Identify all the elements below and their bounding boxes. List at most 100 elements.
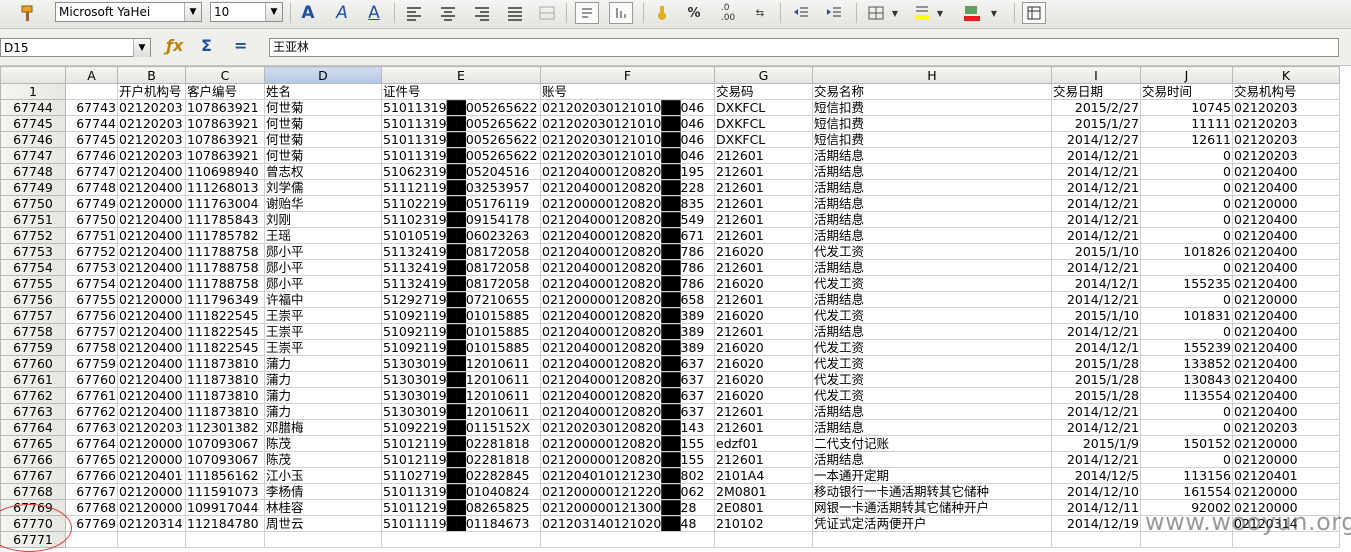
cell[interactable]: 活期结息 (812, 259, 1052, 276)
cell[interactable]: 陈茂 (264, 451, 382, 468)
cell[interactable]: 2014/12/21 (1051, 451, 1141, 468)
cell[interactable]: 67751 (65, 227, 118, 244)
cell[interactable]: 02120400 (1232, 275, 1340, 292)
cell[interactable]: 021200000120820██155 (540, 435, 715, 452)
row-header[interactable]: 67759 (0, 339, 66, 356)
cell[interactable]: 51011319██005265622 (381, 115, 541, 132)
cell[interactable]: 212601 (714, 419, 813, 436)
cell[interactable]: 51011319██01040824 (381, 483, 541, 500)
cell[interactable]: 51303019██12010611 (381, 355, 541, 372)
cell[interactable]: 51292719██07210655 (381, 291, 541, 308)
cell[interactable]: 67763 (65, 419, 118, 436)
cell[interactable]: 212601 (714, 403, 813, 420)
row-header[interactable]: 67750 (0, 195, 66, 212)
cell[interactable]: 活期结息 (812, 227, 1052, 244)
cell[interactable]: 02120400 (1232, 259, 1340, 276)
chevron-down-icon[interactable]: ▼ (889, 2, 901, 24)
cell[interactable]: 51011119██01184673 (381, 515, 541, 532)
cell[interactable]: 郧小平 (264, 259, 382, 276)
cell[interactable] (264, 531, 382, 548)
cell[interactable]: 67758 (65, 339, 118, 356)
cell[interactable]: 021204000120820██549 (540, 211, 715, 228)
cell[interactable]: 02120401 (1232, 467, 1340, 484)
cell[interactable]: 021202030121010██046 (540, 131, 715, 148)
cell[interactable]: 王瑶 (264, 227, 382, 244)
cell[interactable]: 212601 (714, 259, 813, 276)
cell[interactable]: 216020 (714, 355, 813, 372)
cell[interactable]: 02120400 (117, 371, 186, 388)
row-header[interactable]: 67757 (0, 307, 66, 324)
cell[interactable]: 101826 (1140, 243, 1233, 260)
cell[interactable]: 67755 (65, 291, 118, 308)
cell[interactable]: 02120203 (117, 131, 186, 148)
cell[interactable]: 51062319██05204516 (381, 163, 541, 180)
cell[interactable]: 67764 (65, 435, 118, 452)
cell[interactable]: 51011219██08265825 (381, 499, 541, 516)
chevron-down-icon[interactable]: ▼ (265, 3, 282, 21)
cell[interactable]: 51012119██02281818 (381, 435, 541, 452)
cell[interactable]: 107863921 (185, 99, 265, 116)
cell[interactable]: 02120400 (117, 403, 186, 420)
cell[interactable]: 021200000121300██28 (540, 499, 715, 516)
cell[interactable]: 代发工资 (812, 371, 1052, 388)
cell[interactable]: 107863921 (185, 147, 265, 164)
cell[interactable]: 林桂容 (264, 499, 382, 516)
cell[interactable]: 12611 (1140, 131, 1233, 148)
cell[interactable]: 2014/12/19 (1051, 515, 1141, 532)
name-box[interactable]: D15 ▼ (0, 38, 151, 57)
cell[interactable]: 邓腊梅 (264, 419, 382, 436)
cell[interactable]: 02120400 (117, 227, 186, 244)
cell[interactable]: 2E0801 (714, 499, 813, 516)
cell[interactable]: 51011319██005265622 (381, 131, 541, 148)
cell[interactable]: 67759 (65, 355, 118, 372)
cell[interactable]: 51092119██01015885 (381, 323, 541, 340)
cell[interactable]: 67743 (65, 99, 118, 116)
cell[interactable]: 2014/12/21 (1051, 419, 1141, 436)
cell[interactable]: 51303019██12010611 (381, 371, 541, 388)
column-header-c[interactable]: C (185, 66, 265, 84)
cell[interactable]: 王崇平 (264, 307, 382, 324)
cell[interactable]: 51010519██06023263 (381, 227, 541, 244)
cell[interactable]: 何世菊 (264, 99, 382, 116)
cell[interactable]: 155235 (1140, 275, 1233, 292)
cell[interactable]: 02120400 (1232, 339, 1340, 356)
cell[interactable]: 02120400 (1232, 387, 1340, 404)
cell[interactable]: 刘刚 (264, 211, 382, 228)
cell[interactable]: 02120400 (117, 243, 186, 260)
cell[interactable]: 02120400 (1232, 371, 1340, 388)
cell[interactable]: 代发工资 (812, 275, 1052, 292)
sum-icon[interactable]: Σ (201, 36, 212, 55)
cell[interactable]: 02120400 (1232, 403, 1340, 420)
row-header[interactable]: 67745 (0, 115, 66, 132)
cell[interactable]: 212601 (714, 291, 813, 308)
cell[interactable]: 51303019██12010611 (381, 403, 541, 420)
cell[interactable]: 02120000 (117, 499, 186, 516)
cell[interactable]: 150152 (1140, 435, 1233, 452)
cell[interactable]: 代发工资 (812, 387, 1052, 404)
cell[interactable] (65, 531, 118, 548)
cell[interactable]: 网银一卡通活期转其它储种开户 (812, 499, 1052, 516)
cell[interactable]: 02120400 (1232, 243, 1340, 260)
cell[interactable]: 107863921 (185, 115, 265, 132)
cell[interactable]: 陈茂 (264, 435, 382, 452)
cell[interactable]: 67766 (65, 467, 118, 484)
column-title-cell[interactable] (65, 83, 118, 100)
cell[interactable]: 02120400 (117, 275, 186, 292)
cell[interactable]: 111822545 (185, 323, 265, 340)
cell[interactable]: 02120400 (117, 307, 186, 324)
cell[interactable]: 蒲力 (264, 371, 382, 388)
cell[interactable]: 02120000 (1232, 291, 1340, 308)
cell[interactable]: 二代支付记账 (812, 435, 1052, 452)
cell[interactable]: 67768 (65, 499, 118, 516)
cell[interactable]: 216020 (714, 243, 813, 260)
cell[interactable]: 51092119██01015885 (381, 339, 541, 356)
cell[interactable]: 2014/12/10 (1051, 483, 1141, 500)
cell[interactable]: 51303019██12010611 (381, 387, 541, 404)
cell[interactable]: 王崇平 (264, 323, 382, 340)
cell[interactable]: 凭证式定活两便开户 (812, 515, 1052, 532)
currency-icon[interactable] (650, 2, 674, 24)
cell[interactable]: 活期结息 (812, 163, 1052, 180)
cell[interactable]: 021202030120820██143 (540, 419, 715, 436)
cell[interactable]: 02120000 (117, 435, 186, 452)
cell[interactable]: 02120400 (117, 355, 186, 372)
